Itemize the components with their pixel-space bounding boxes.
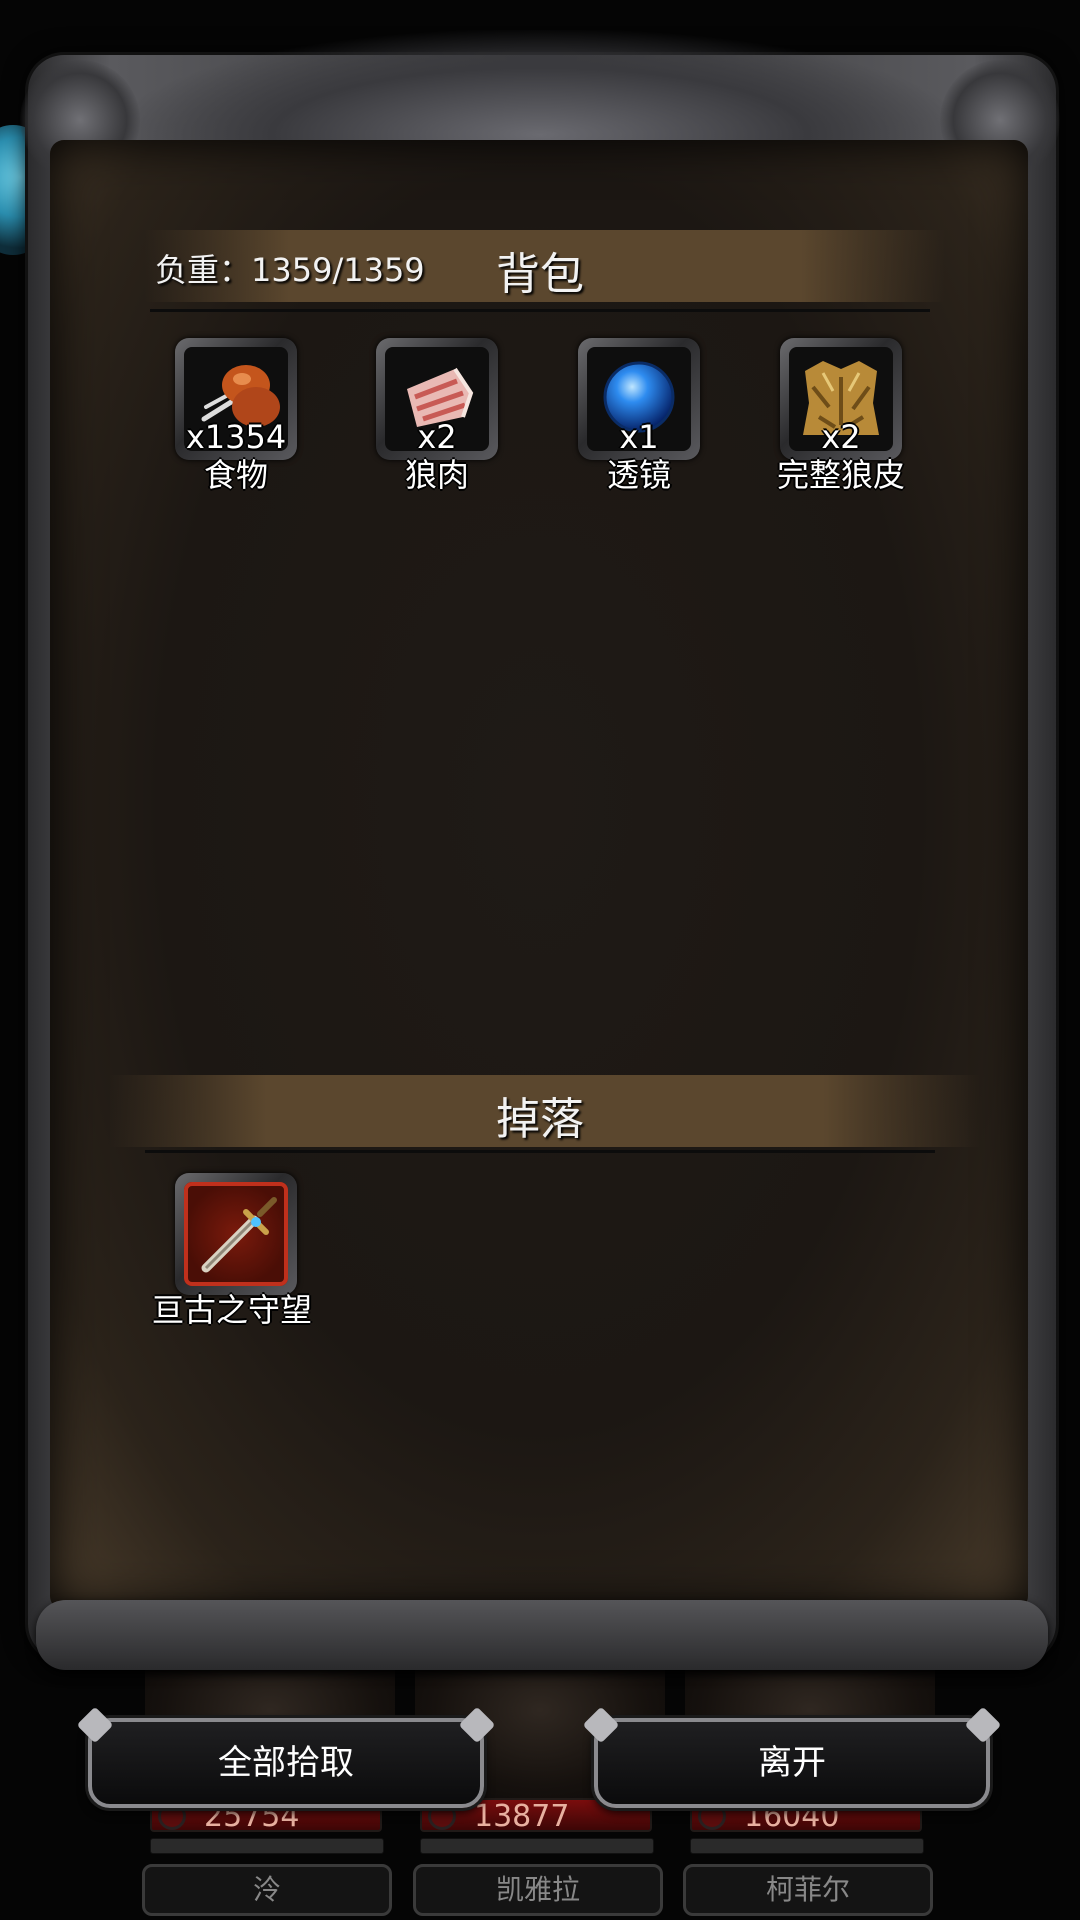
member-name-button[interactable]: 凯雅拉: [413, 1864, 663, 1916]
member-sub-bar: [150, 1838, 384, 1854]
member-sub-bar: [690, 1838, 924, 1854]
item-name: 完整狼皮: [776, 456, 905, 494]
item-slot: [175, 1173, 297, 1295]
member-sub-bar: [420, 1838, 654, 1854]
backpack-item[interactable]: x2 狼肉: [326, 338, 526, 508]
pickup-all-button[interactable]: 全部拾取: [88, 1718, 484, 1808]
drop-item[interactable]: 亘古之守望: [125, 1173, 325, 1343]
backpack-item[interactable]: x1354 食物: [125, 338, 325, 508]
carry-weight: 负重：1359/1359: [155, 251, 425, 289]
divider: [145, 1150, 935, 1153]
item-name: 食物: [203, 456, 268, 494]
member-name-button[interactable]: 泠: [142, 1864, 392, 1916]
backpack-item[interactable]: x1 透镜: [528, 338, 728, 508]
divider: [150, 309, 930, 312]
backpack-item[interactable]: x2 完整狼皮: [730, 338, 930, 508]
item-name: 亘古之守望: [151, 1291, 312, 1329]
drops-title: 掉落: [496, 1094, 584, 1145]
leave-button[interactable]: 离开: [594, 1718, 990, 1808]
loot-panel: 负重：1359/1359 背包 x1354 食物 x2 狼肉 x1 透镜 x2 …: [50, 140, 1028, 1610]
frame-bottom-ornament: [36, 1600, 1048, 1670]
sword-icon: [184, 1182, 288, 1286]
backpack-title: 背包: [496, 249, 584, 300]
member-name-button[interactable]: 柯菲尔: [683, 1864, 933, 1916]
item-name: 狼肉: [404, 456, 469, 494]
item-name: 透镜: [606, 456, 671, 494]
member-hp: 13877: [474, 1799, 570, 1834]
